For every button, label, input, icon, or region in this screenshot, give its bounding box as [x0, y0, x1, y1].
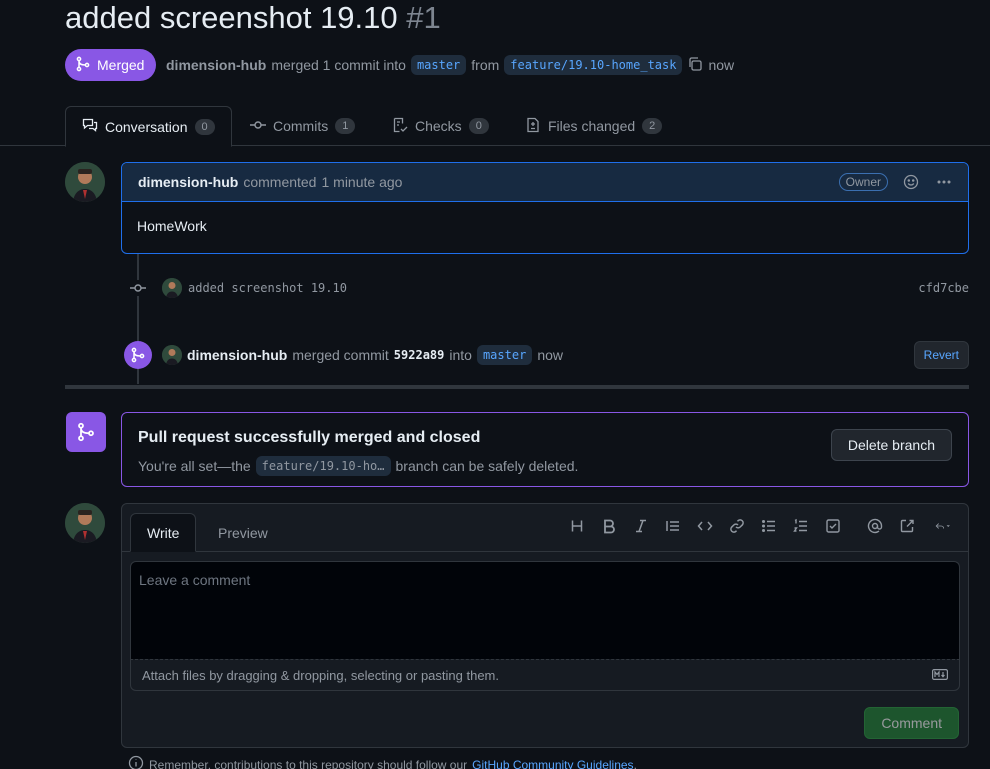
- pr-author-link[interactable]: dimension-hub: [166, 57, 266, 73]
- merge-into: into: [449, 347, 472, 363]
- bold-icon[interactable]: [600, 517, 618, 535]
- merge-status-title: Pull request successfully merged and clo…: [138, 429, 481, 446]
- tab-counter: 0: [468, 118, 489, 134]
- code-icon[interactable]: [696, 517, 714, 535]
- tab-label: Checks: [415, 118, 462, 134]
- pr-meta: dimension-hub merged 1 commit into maste…: [166, 54, 734, 76]
- merge-status-pre: You're all set—the: [138, 458, 251, 474]
- quote-icon[interactable]: [664, 517, 682, 535]
- merge-branch[interactable]: master: [476, 345, 533, 365]
- tab-commits[interactable]: Commits 1: [234, 106, 371, 146]
- git-merge-icon: [124, 341, 152, 369]
- tab-label: Files changed: [548, 118, 636, 134]
- info-icon: [128, 755, 144, 769]
- merge-status-subtitle: You're all set—the feature/19.10-ho… bra…: [138, 456, 952, 476]
- tab-write[interactable]: Write: [130, 513, 197, 552]
- markdown-icon[interactable]: [932, 668, 949, 683]
- note-period: .: [633, 757, 637, 769]
- merge-event: dimension-hub merged commit 5922a89 into…: [124, 340, 969, 370]
- merge-action: merged commit: [292, 347, 389, 363]
- ordered-list-icon[interactable]: [792, 517, 810, 535]
- comment-body: HomeWork: [137, 218, 207, 234]
- kebab-horizontal-icon[interactable]: [936, 174, 952, 190]
- git-merge-icon: [66, 412, 106, 452]
- unordered-list-icon[interactable]: [760, 517, 778, 535]
- file-diff-icon: [525, 117, 541, 136]
- head-branch[interactable]: feature/19.10-home_task: [504, 55, 683, 75]
- avatar[interactable]: [162, 278, 182, 298]
- link-icon[interactable]: [728, 517, 746, 535]
- checklist-icon: [392, 117, 408, 136]
- comment-action: commented: [243, 174, 317, 190]
- timeline-divider: [65, 385, 969, 389]
- tab-counter: 1: [335, 118, 356, 134]
- delete-branch-button[interactable]: Delete branch: [830, 429, 952, 461]
- commit-message-link[interactable]: added screenshot 19.10: [188, 281, 347, 295]
- comment-textarea[interactable]: Leave a comment: [130, 561, 960, 659]
- pr-number: #1: [406, 0, 441, 35]
- community-guidelines-link[interactable]: GitHub Community Guidelines: [472, 758, 633, 769]
- italic-icon[interactable]: [632, 517, 650, 535]
- merge-sha-link[interactable]: 5922a89: [394, 348, 445, 362]
- contribution-note: Remember, contributions to this reposito…: [128, 755, 637, 769]
- merged-label: Merged: [97, 57, 145, 73]
- attach-files-text: Attach files by dragging & dropping, sel…: [142, 667, 499, 683]
- revert-button[interactable]: Revert: [913, 341, 969, 369]
- merged-text: merged 1 commit into: [271, 57, 406, 73]
- pr-time: now: [708, 57, 735, 73]
- avatar[interactable]: [162, 345, 182, 365]
- tab-counter: 2: [642, 118, 663, 134]
- smiley-icon[interactable]: [903, 174, 919, 190]
- comment-box: dimension-hub commented 1 minute ago Own…: [121, 162, 969, 254]
- merged-branch-name: feature/19.10-ho…: [255, 456, 391, 476]
- tab-checks[interactable]: Checks 0: [376, 106, 505, 146]
- commit-message-group: added screenshot 19.10: [162, 278, 347, 298]
- avatar[interactable]: [65, 503, 105, 543]
- merge-text: dimension-hub merged commit 5922a89 into…: [162, 345, 563, 365]
- comment-submit-button[interactable]: Comment: [864, 707, 959, 739]
- heading-icon[interactable]: [568, 517, 586, 535]
- pr-title: added screenshot 19.10: [65, 0, 398, 35]
- comment-editor: Write Preview Leave a comment Attach fil…: [121, 503, 969, 748]
- task-list-icon[interactable]: [824, 517, 842, 535]
- owner-badge: Owner: [838, 173, 888, 191]
- comment-time[interactable]: 1 minute ago: [321, 174, 402, 190]
- tab-files-changed[interactable]: Files changed 2: [509, 106, 678, 146]
- comment-header: dimension-hub commented 1 minute ago Own…: [122, 163, 968, 202]
- tab-counter: 0: [194, 118, 215, 135]
- from-text: from: [471, 57, 500, 73]
- base-branch[interactable]: master: [410, 55, 467, 75]
- merge-author-link[interactable]: dimension-hub: [187, 347, 287, 363]
- comment-author[interactable]: dimension-hub: [138, 174, 238, 190]
- tab-conversation[interactable]: Conversation 0: [65, 106, 232, 147]
- note-text: Remember, contributions to this reposito…: [149, 757, 468, 769]
- merged-state-badge: Merged: [65, 49, 157, 81]
- commit-event: added screenshot 19.10 cfd7cbe: [130, 278, 969, 298]
- comment-discussion-icon: [82, 117, 98, 136]
- editor-toolbar: [568, 517, 956, 535]
- copy-icon[interactable]: [687, 56, 703, 75]
- cross-reference-icon[interactable]: [898, 517, 916, 535]
- merge-status-post: branch can be safely deleted.: [395, 458, 579, 474]
- git-commit-icon: [250, 117, 266, 136]
- tab-label: Conversation: [105, 118, 188, 135]
- git-commit-icon: [130, 280, 146, 296]
- attach-files-bar[interactable]: Attach files by dragging & dropping, sel…: [130, 659, 960, 691]
- reply-dropdown-icon[interactable]: [930, 517, 956, 535]
- avatar[interactable]: [65, 162, 105, 202]
- tab-preview[interactable]: Preview: [202, 513, 284, 552]
- git-merge-icon: [75, 56, 91, 75]
- mention-icon[interactable]: [866, 517, 884, 535]
- page-title: added screenshot 19.10 #1: [65, 0, 441, 40]
- commit-sha-link[interactable]: cfd7cbe: [918, 281, 969, 295]
- merge-time[interactable]: now: [537, 347, 563, 363]
- tab-label: Commits: [273, 118, 329, 134]
